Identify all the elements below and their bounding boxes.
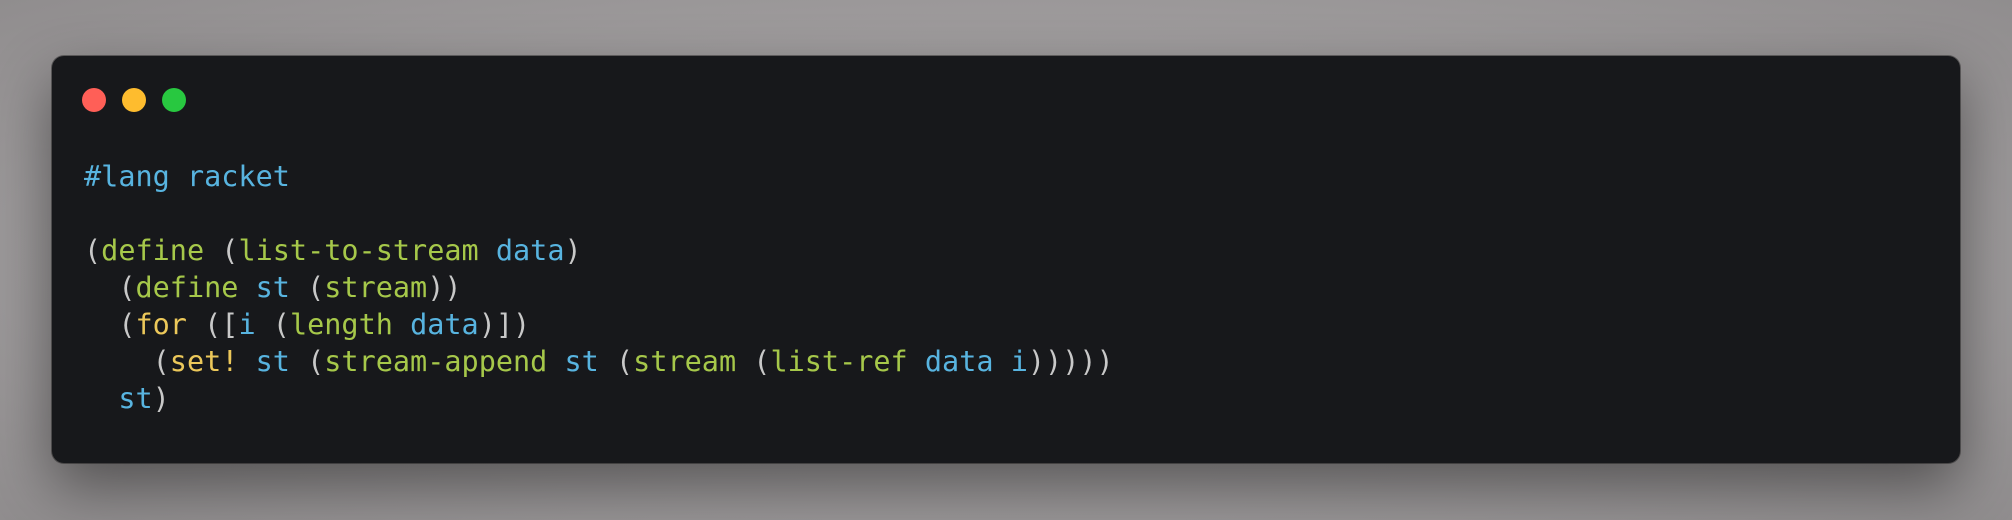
code-token: ( xyxy=(84,345,170,378)
code-token: )) xyxy=(427,271,462,304)
code-token: st xyxy=(118,382,153,415)
code-token: list-to-stream xyxy=(238,234,479,267)
code-token: define xyxy=(135,271,239,304)
code-token: for xyxy=(135,308,187,341)
code-line: (set! st (stream-append st (stream (list… xyxy=(84,343,1114,380)
code-token: #lang racket xyxy=(84,160,290,193)
code-token: ( xyxy=(204,234,239,267)
maximize-button[interactable] xyxy=(162,88,186,112)
window-titlebar xyxy=(52,56,1960,136)
code-token: stream xyxy=(324,271,428,304)
code-token: i xyxy=(238,308,256,341)
code-block: #lang racket (define (list-to-stream data… xyxy=(84,158,1114,417)
code-line: (define st (stream)) xyxy=(84,269,1114,306)
code-token: ([ xyxy=(186,308,239,341)
code-token: data xyxy=(410,308,479,341)
code-token: stream-append xyxy=(324,345,548,378)
code-token: ( xyxy=(84,234,102,267)
code-token: set! xyxy=(169,345,239,378)
code-token: length xyxy=(289,308,393,341)
code-window: #lang racket (define (list-to-stream data… xyxy=(52,56,1960,463)
code-token: data xyxy=(924,345,994,378)
code-token: st xyxy=(255,345,290,378)
close-button[interactable] xyxy=(82,88,106,112)
code-token: ( xyxy=(255,308,290,341)
code-token: st xyxy=(564,345,599,378)
code-token: st xyxy=(255,271,290,304)
code-token: i xyxy=(1010,345,1028,378)
code-token: ) xyxy=(564,234,582,267)
code-line: st) xyxy=(84,380,1114,417)
code-line: (define (list-to-stream data) xyxy=(84,232,1114,269)
code-line: #lang racket xyxy=(84,158,1114,195)
code-token: ))))) xyxy=(1027,345,1114,378)
code-token: data xyxy=(495,234,565,267)
code-token: define xyxy=(101,234,205,267)
minimize-button[interactable] xyxy=(122,88,146,112)
code-token: ( xyxy=(289,271,325,304)
code-token: ( xyxy=(736,345,771,378)
code-token: ( xyxy=(84,271,136,304)
code-line: (for ([i (length data)]) xyxy=(84,306,1114,343)
code-token: ( xyxy=(289,345,325,378)
code-token: ) xyxy=(152,382,170,415)
code-token: list-ref xyxy=(770,345,908,378)
code-token: ( xyxy=(598,345,634,378)
code-token: )]) xyxy=(478,308,531,341)
code-token: ( xyxy=(84,308,136,341)
code-token: stream xyxy=(633,345,737,378)
